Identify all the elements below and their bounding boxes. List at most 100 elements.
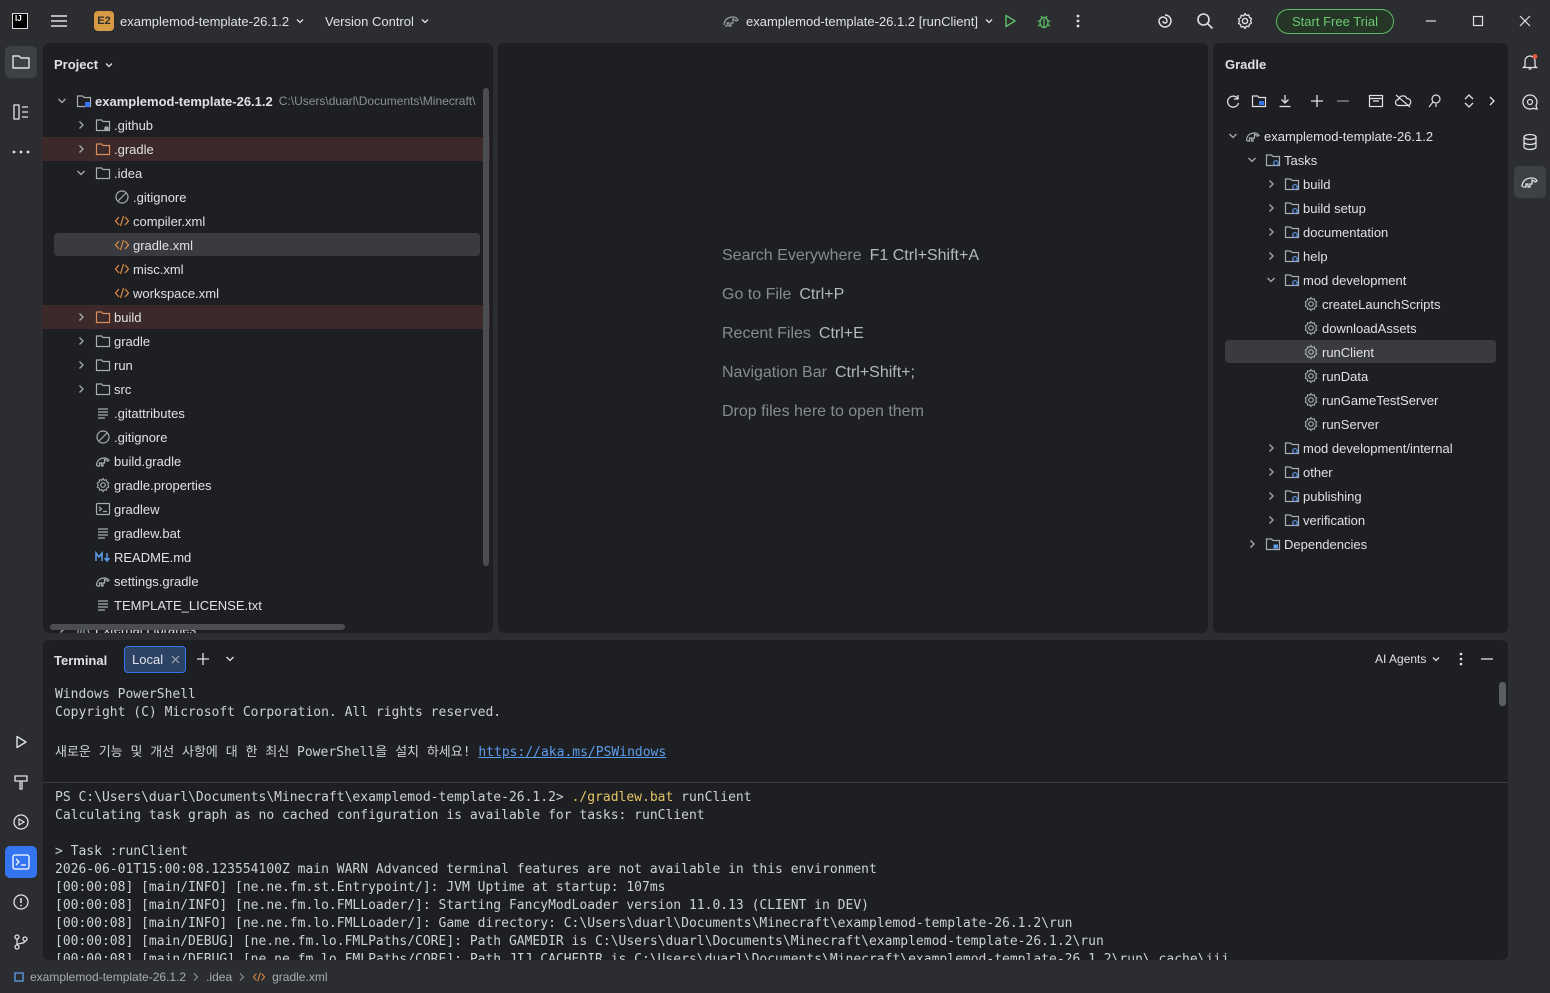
tree-item-idea-gitignore[interactable]: .gitignore [114, 185, 186, 209]
chevron-right-icon[interactable] [1265, 226, 1277, 238]
chevron-right-icon[interactable] [1265, 490, 1277, 502]
tree-item-gitignore[interactable]: .gitignore [95, 425, 167, 449]
chevron-right-icon[interactable] [75, 359, 87, 371]
terminal-minimize-button[interactable] [1476, 648, 1498, 670]
version-control-menu[interactable]: Version Control [325, 0, 430, 42]
structure-tool-button[interactable] [5, 96, 37, 128]
close-tab-icon[interactable] [171, 655, 180, 664]
gradle-group-mod-development-internal[interactable]: mod development/internal [1284, 436, 1453, 460]
more-gradle-actions-button[interactable] [1481, 90, 1503, 112]
terminal-options-dropdown[interactable] [219, 648, 241, 670]
gradle-task-rundata[interactable]: runData [1303, 364, 1368, 388]
tree-item-build[interactable]: build [95, 305, 141, 329]
gradle-tool-button[interactable] [1514, 166, 1546, 198]
more-actions-button[interactable] [1067, 10, 1089, 32]
project-selector[interactable]: E2 examplemod-template-26.1.2 [94, 0, 305, 42]
gradle-task-runclient[interactable]: runClient [1303, 340, 1374, 364]
tree-item-gradlew[interactable]: gradlew [95, 497, 160, 521]
more-tools-button[interactable] [5, 136, 37, 168]
tree-item-src[interactable]: src [95, 377, 131, 401]
chevron-down-icon[interactable] [1246, 154, 1258, 166]
chevron-right-icon[interactable] [1265, 514, 1277, 526]
gradle-dependencies-node[interactable]: Dependencies [1265, 532, 1367, 556]
ai-agents-dropdown[interactable]: AI Agents [1375, 652, 1441, 666]
remove-gradle-project-button[interactable] [1332, 90, 1354, 112]
gradle-project-button[interactable] [1248, 90, 1270, 112]
gradle-group-publishing[interactable]: publishing [1284, 484, 1362, 508]
gradle-reload-button[interactable] [1222, 90, 1244, 112]
expand-collapse-button[interactable] [1458, 90, 1480, 112]
tree-item-gradle-cache[interactable]: .gradle [95, 137, 154, 161]
chevron-right-icon[interactable] [75, 383, 87, 395]
chevron-right-icon[interactable] [1265, 178, 1277, 190]
tree-item-build-gradle[interactable]: build.gradle [95, 449, 181, 473]
add-gradle-project-button[interactable] [1306, 90, 1328, 112]
tree-item-github[interactable]: .github [95, 113, 153, 137]
project-horizontal-scrollbar[interactable] [50, 624, 345, 630]
powershell-link[interactable]: https://aka.ms/PSWindows [478, 745, 666, 760]
tree-item-template-license[interactable]: TEMPLATE_LICENSE.txt [95, 593, 262, 617]
tree-item-gradle-properties[interactable]: gradle.properties [95, 473, 212, 497]
maximize-window-button[interactable] [1467, 10, 1489, 32]
project-panel-title[interactable]: Project [54, 57, 114, 72]
main-menu-button[interactable] [50, 0, 68, 42]
minimize-window-button[interactable] [1420, 10, 1442, 32]
gradle-task-createlaunchscripts[interactable]: createLaunchScripts [1303, 292, 1441, 316]
terminal-scrollbar[interactable] [1499, 682, 1506, 706]
notifications-button[interactable] [1514, 46, 1546, 78]
chevron-down-icon[interactable] [75, 167, 87, 179]
tree-item-gradlew-bat[interactable]: gradlew.bat [95, 521, 181, 545]
tree-item-run[interactable]: run [95, 353, 133, 377]
gradle-root-project[interactable]: examplemod-template-26.1.2 [1245, 124, 1433, 148]
gradle-group-verification[interactable]: verification [1284, 508, 1365, 532]
tree-item-gradle-xml[interactable]: gradle.xml [114, 233, 193, 257]
run-config-selector[interactable]: examplemod-template-26.1.2 [runClient] [722, 0, 994, 42]
chevron-right-icon[interactable] [1246, 538, 1258, 550]
settings-button[interactable] [1234, 10, 1256, 32]
chevron-down-icon[interactable] [1227, 130, 1239, 142]
chevron-right-icon[interactable] [1265, 466, 1277, 478]
breadcrumb-file[interactable]: gradle.xml [272, 970, 327, 984]
tree-item-idea[interactable]: .idea [95, 161, 142, 185]
execute-task-button[interactable] [1365, 90, 1387, 112]
analyze-dependencies-button[interactable] [1424, 90, 1446, 112]
run-button[interactable] [999, 10, 1021, 32]
chevron-right-icon[interactable] [75, 119, 87, 131]
gradle-task-runserver[interactable]: runServer [1303, 412, 1379, 436]
new-terminal-button[interactable] [192, 648, 214, 670]
tree-item-misc-xml[interactable]: misc.xml [114, 257, 184, 281]
tree-item-settings-gradle[interactable]: settings.gradle [95, 569, 199, 593]
gradle-group-help[interactable]: help [1284, 244, 1328, 268]
breadcrumb-project[interactable]: examplemod-template-26.1.2 [30, 970, 186, 984]
download-sources-button[interactable] [1274, 90, 1296, 112]
gradle-group-other[interactable]: other [1284, 460, 1333, 484]
gradle-task-rungametestserver[interactable]: runGameTestServer [1303, 388, 1438, 412]
ai-chat-button[interactable] [1514, 86, 1546, 118]
chevron-right-icon[interactable] [75, 311, 87, 323]
offline-mode-button[interactable] [1392, 90, 1414, 112]
chevron-right-icon[interactable] [1265, 250, 1277, 262]
problems-tool-button[interactable] [5, 886, 37, 918]
chevron-right-icon[interactable] [75, 143, 87, 155]
build-tool-button[interactable] [5, 766, 37, 798]
chevron-right-icon[interactable] [75, 335, 87, 347]
chevron-right-icon[interactable] [1265, 202, 1277, 214]
gradle-group-build-setup[interactable]: build setup [1284, 196, 1366, 220]
gradle-task-downloadassets[interactable]: downloadAssets [1303, 316, 1417, 340]
project-root-row[interactable]: examplemod-template-26.1.2 C:\Users\duar… [76, 89, 475, 113]
breadcrumb-idea[interactable]: .idea [206, 970, 232, 984]
git-tool-button[interactable] [5, 926, 37, 958]
terminal-tab-local[interactable]: Local [124, 646, 186, 673]
search-button[interactable] [1194, 10, 1216, 32]
project-tool-button[interactable] [5, 46, 37, 78]
gradle-tasks-node[interactable]: Tasks [1265, 148, 1317, 172]
tree-item-compiler-xml[interactable]: compiler.xml [114, 209, 205, 233]
debug-button[interactable] [1033, 10, 1055, 32]
gradle-group-documentation[interactable]: documentation [1284, 220, 1388, 244]
chevron-right-icon[interactable] [1265, 442, 1277, 454]
app-logo[interactable]: IJ [12, 0, 28, 42]
gradle-group-build[interactable]: build [1284, 172, 1330, 196]
tree-item-workspace-xml[interactable]: workspace.xml [114, 281, 219, 305]
project-vertical-scrollbar[interactable] [483, 88, 489, 566]
gradle-group-mod-development[interactable]: mod development [1284, 268, 1406, 292]
